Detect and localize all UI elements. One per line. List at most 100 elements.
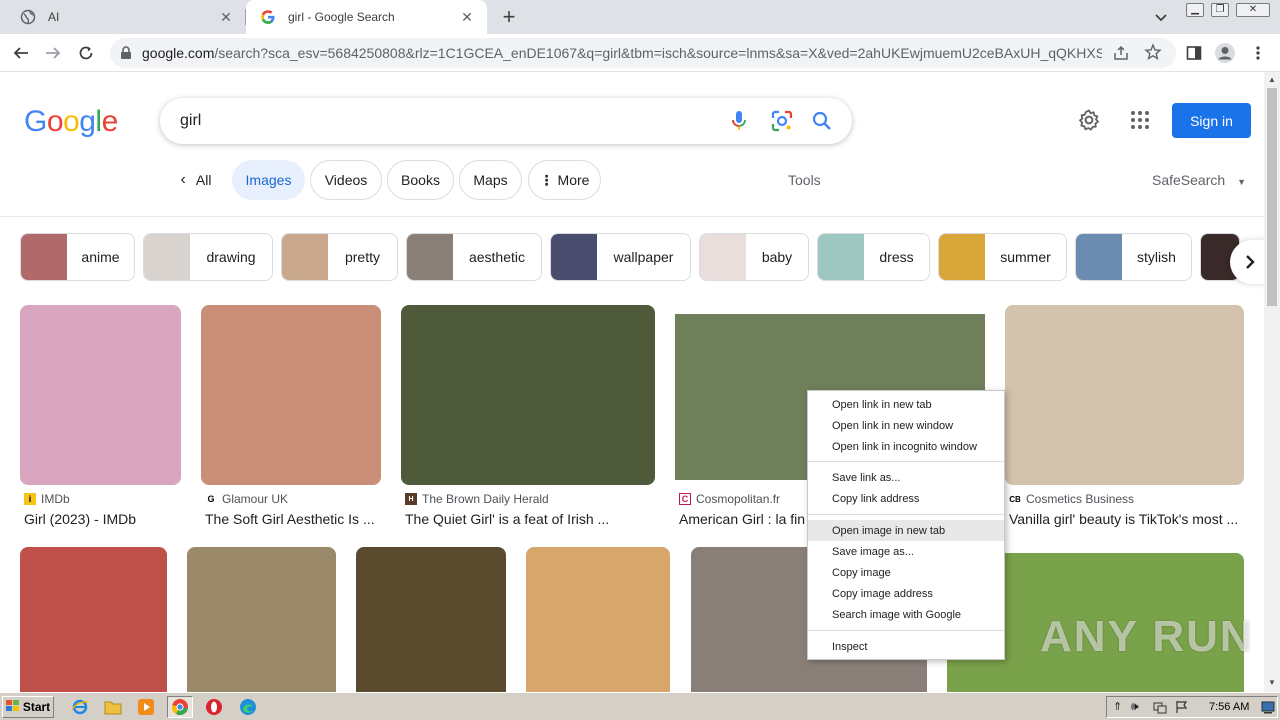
related-chip[interactable]: summer [938, 233, 1067, 281]
related-chip[interactable]: aesthetic [406, 233, 542, 281]
context-menu: Open link in new tab Open link in new wi… [807, 390, 1005, 660]
edge-icon[interactable] [238, 697, 258, 717]
reload-icon[interactable] [74, 41, 98, 65]
address-bar[interactable]: google.com/search?sca_esv=5684250808&rlz… [110, 38, 1176, 68]
start-button[interactable]: Start [2, 696, 54, 718]
sign-in-button[interactable]: Sign in [1172, 103, 1251, 138]
window-close-icon[interactable]: ✕ [1236, 3, 1270, 17]
related-thumbnail [282, 234, 328, 280]
menu-item-save-link-as[interactable]: Save link as... [808, 467, 1004, 488]
related-chip[interactable]: baby [699, 233, 809, 281]
internet-explorer-icon[interactable] [70, 697, 90, 717]
result-title[interactable]: American Girl : la fin [679, 511, 805, 527]
related-chip[interactable]: pretty [281, 233, 398, 281]
result-image[interactable] [201, 305, 381, 485]
related-thumbnail [1076, 234, 1122, 280]
image-result[interactable]: G Glamour UK The Soft Girl Aesthetic Is … [201, 305, 381, 530]
close-tab-icon[interactable]: ✕ [218, 9, 234, 25]
safesearch-dropdown[interactable]: SafeSearch ▼ [1152, 172, 1246, 188]
tab-ai[interactable]: AI ✕ [0, 0, 246, 34]
menu-item-copy-link-address[interactable]: Copy link address [808, 488, 1004, 509]
related-chip[interactable]: wallpaper [550, 233, 691, 281]
menu-item-open-link-new-window[interactable]: Open link in new window [808, 415, 1004, 436]
close-tab-icon[interactable]: ✕ [459, 9, 475, 25]
restore-icon[interactable]: ❐ [1211, 3, 1229, 17]
chrome-taskbar-icon[interactable] [167, 696, 193, 718]
taskbar-clock[interactable]: 7:56 AM [1209, 701, 1249, 713]
image-result[interactable]: CB Cosmetics Business Vanilla girl' beau… [1005, 305, 1244, 530]
lens-camera-icon[interactable] [770, 109, 794, 133]
settings-gear-icon[interactable] [1077, 108, 1101, 137]
menu-item-open-image-new-tab[interactable]: Open image in new tab [808, 520, 1004, 541]
windows-logo-icon [5, 699, 20, 715]
kebab-menu-icon[interactable] [1247, 42, 1269, 64]
related-chip[interactable]: dress [817, 233, 930, 281]
menu-item-inspect[interactable]: Inspect [808, 636, 1004, 657]
network-icon[interactable] [1153, 700, 1167, 719]
flag-icon[interactable] [1175, 700, 1189, 719]
header-divider [0, 216, 1264, 217]
minimize-icon[interactable]: ▁ [1186, 3, 1204, 17]
lock-icon[interactable] [120, 46, 132, 65]
related-chip[interactable]: drawing [143, 233, 273, 281]
result-title[interactable]: The Soft Girl Aesthetic Is ... [205, 511, 375, 527]
media-player-icon[interactable] [136, 697, 156, 717]
result-image[interactable] [526, 547, 670, 692]
side-panel-icon[interactable] [1183, 42, 1205, 64]
tools-button[interactable]: Tools [788, 172, 821, 188]
search-box[interactable]: girl [160, 98, 852, 144]
result-source: Cosmetics Business [1026, 492, 1135, 506]
google-apps-grid-icon[interactable] [1128, 108, 1152, 137]
bookmark-star-icon[interactable] [1144, 43, 1162, 66]
image-result[interactable]: H The Brown Daily Herald The Quiet Girl'… [401, 305, 655, 530]
result-image[interactable] [401, 305, 655, 485]
result-image[interactable] [20, 305, 181, 485]
share-icon[interactable] [1112, 44, 1130, 67]
opera-icon[interactable] [204, 697, 224, 717]
search-input[interactable]: girl [180, 112, 201, 130]
filter-more[interactable]: ⋮ More [528, 160, 601, 200]
result-image[interactable] [1005, 305, 1244, 485]
filter-videos[interactable]: Videos [310, 160, 382, 200]
vertical-scrollbar[interactable]: ▲ ▼ [1264, 72, 1280, 692]
show-desktop-icon[interactable] [1261, 700, 1275, 719]
image-result[interactable]: i IMDb Girl (2023) - IMDb [20, 305, 181, 530]
tab-strip: AI ✕ girl - Google Search ✕ + ▁ ❐ ✕ [0, 0, 1280, 34]
menu-item-open-link-new-tab[interactable]: Open link in new tab [808, 394, 1004, 415]
file-explorer-icon[interactable] [103, 697, 123, 717]
related-chip[interactable]: stylish [1075, 233, 1192, 281]
scroll-up-arrow-icon[interactable]: ▲ [1268, 75, 1276, 84]
volume-icon[interactable]: 🕪 [1131, 699, 1139, 714]
globe-icon [20, 9, 36, 25]
related-chip[interactable]: anime [20, 233, 135, 281]
result-image[interactable] [187, 547, 336, 692]
menu-item-copy-image[interactable]: Copy image [808, 562, 1004, 583]
filter-all[interactable]: ‹ All [168, 160, 224, 200]
back-arrow-icon[interactable] [9, 41, 33, 65]
result-title[interactable]: Vanilla girl' beauty is TikTok's most ..… [1009, 511, 1238, 527]
menu-item-copy-image-address[interactable]: Copy image address [808, 583, 1004, 604]
result-title[interactable]: The Quiet Girl' is a feat of Irish ... [405, 511, 609, 527]
microphone-icon[interactable] [727, 109, 751, 133]
result-image[interactable] [356, 547, 506, 692]
url-text: google.com/search?sca_esv=5684250808&rlz… [142, 45, 1102, 61]
tab-google-search[interactable]: girl - Google Search ✕ [246, 0, 487, 34]
scroll-down-arrow-icon[interactable]: ▼ [1268, 678, 1276, 687]
profile-avatar-icon[interactable] [1214, 42, 1236, 64]
menu-item-search-image-google[interactable]: Search image with Google [808, 604, 1004, 625]
forward-arrow-icon[interactable] [41, 41, 65, 65]
filter-maps[interactable]: Maps [459, 160, 522, 200]
new-tab-plus-icon[interactable]: + [498, 6, 520, 28]
chevron-down-icon[interactable] [1152, 8, 1170, 26]
search-icon[interactable] [810, 109, 834, 133]
filter-images[interactable]: Images [232, 160, 305, 200]
scrollbar-thumb[interactable] [1267, 88, 1277, 306]
result-title[interactable]: Girl (2023) - IMDb [24, 511, 136, 527]
google-logo[interactable]: Google [24, 105, 118, 139]
tray-expand-icon[interactable]: ⇑ [1113, 700, 1122, 713]
filter-books[interactable]: Books [387, 160, 454, 200]
result-image[interactable] [20, 547, 167, 692]
related-thumbnail [144, 234, 190, 280]
menu-item-save-image-as[interactable]: Save image as... [808, 541, 1004, 562]
menu-item-open-link-incognito[interactable]: Open link in incognito window [808, 436, 1004, 457]
